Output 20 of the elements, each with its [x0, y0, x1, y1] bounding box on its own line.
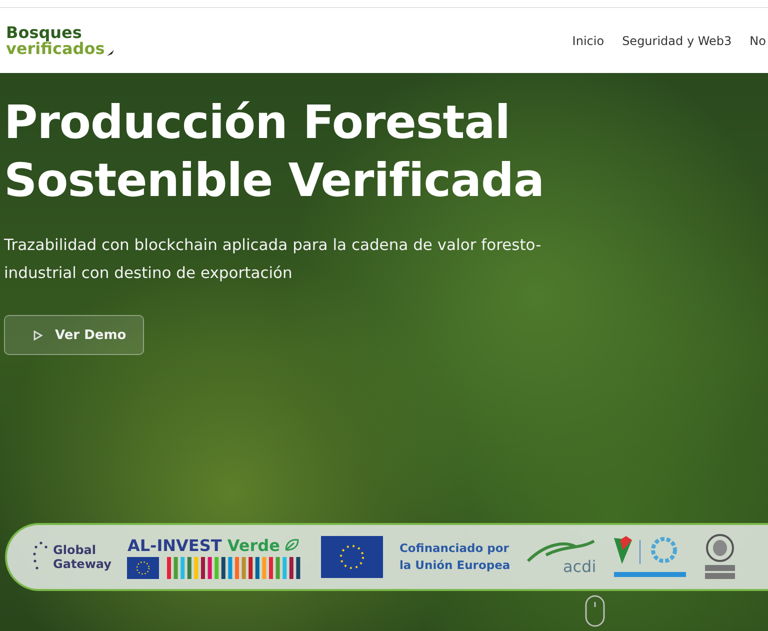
seal-icon	[704, 534, 736, 580]
hero-title: Producción Forestal	[4, 94, 510, 151]
partner-logo-text: acdi	[562, 559, 596, 575]
partner-logo-text: AL-INVEST Verde	[127, 536, 280, 554]
partner-logo-text: la Unión Europea	[399, 557, 510, 574]
partner-logo-text: Gateway	[53, 557, 112, 571]
hero-title: Sostenible Verificada	[4, 152, 544, 209]
demo-button[interactable]: Ver Demo	[4, 315, 144, 355]
partner-logo-text: Cofinanciado por	[399, 540, 510, 557]
nav-link[interactable]: Seguridad y Web3	[622, 34, 732, 48]
partner-logo-text: Global	[53, 543, 98, 557]
eu-flag-icon	[321, 536, 384, 578]
hero-subtitle: Trazabilidad con blockchain aplicada para la cadena de valor foresto-industrial con destino de exportación	[4, 235, 542, 284]
scroll-mouse-icon	[585, 595, 605, 627]
nav-link[interactable]: No	[750, 34, 766, 48]
logo-text[interactable]: Bosques	[6, 24, 115, 40]
eu-flag-icon	[127, 556, 160, 578]
play-icon	[33, 330, 43, 340]
nav-link[interactable]: Inicio	[572, 34, 604, 48]
emblem-icon	[612, 534, 688, 580]
